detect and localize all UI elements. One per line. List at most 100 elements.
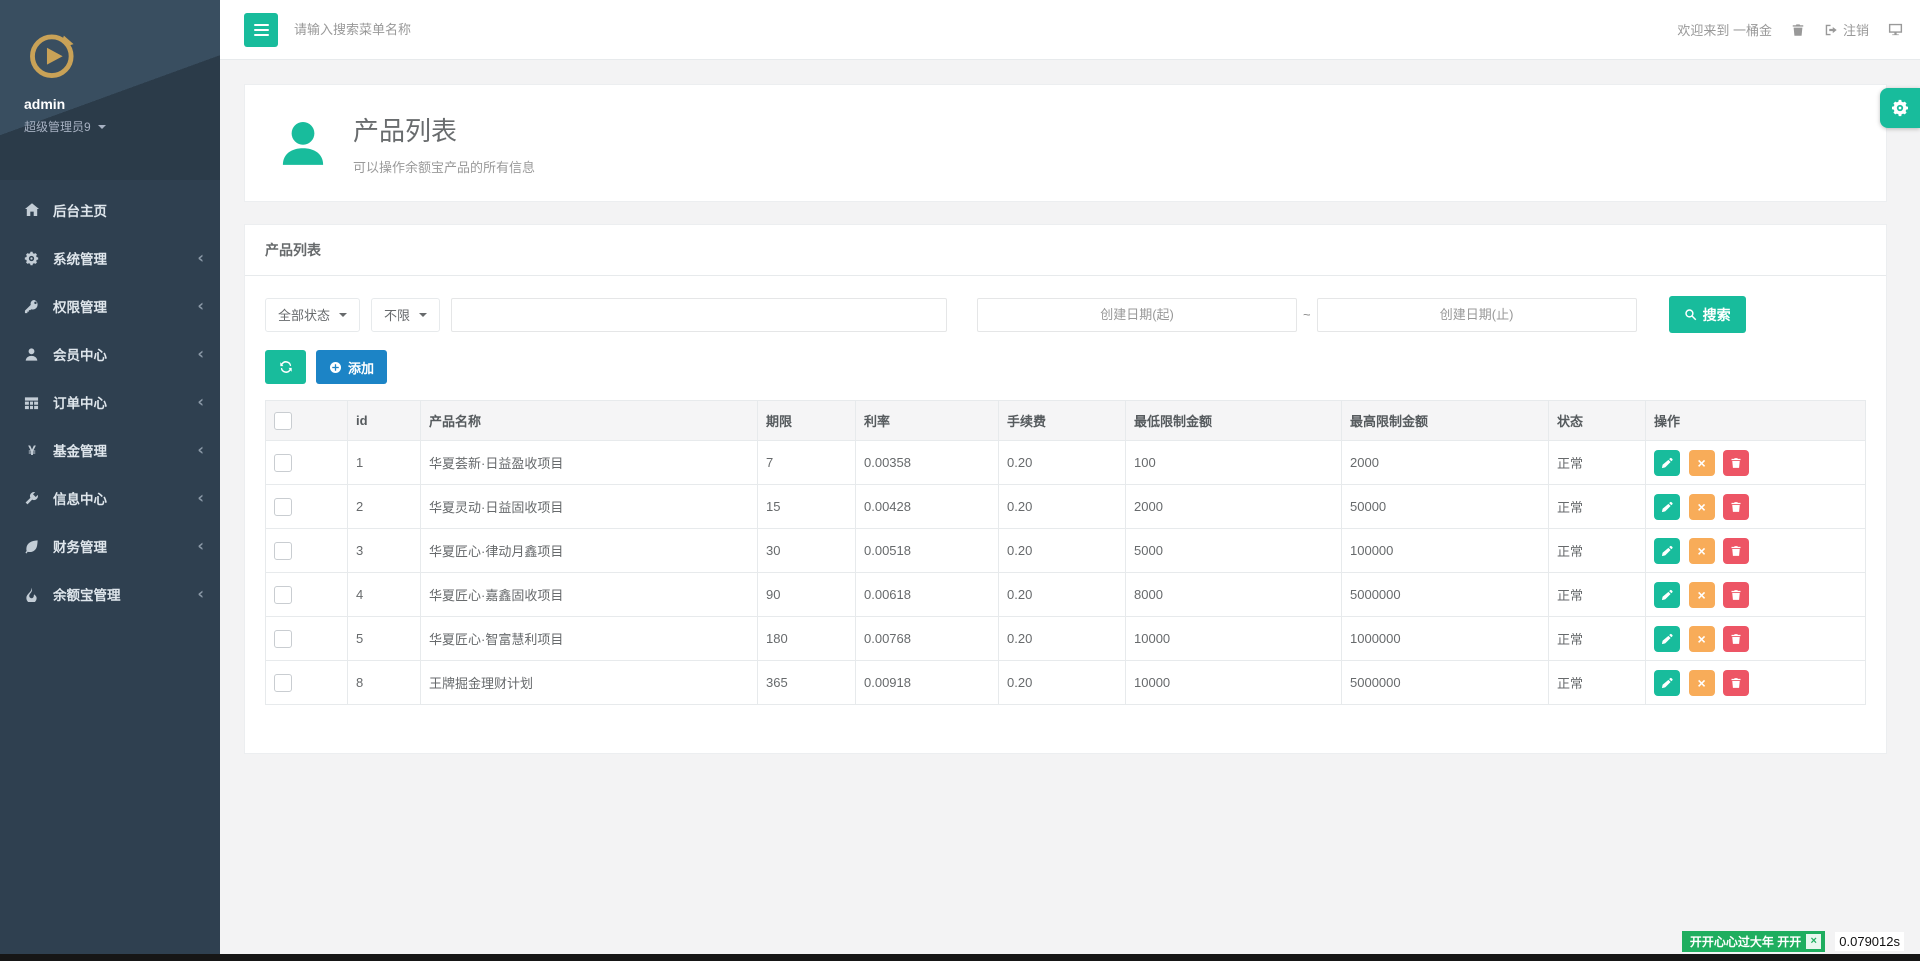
cell-product-name: 华夏匠心·智富慧利项目: [420, 616, 758, 661]
chevron-left-icon: ‹: [197, 440, 204, 459]
cell-actions: ×: [1645, 484, 1866, 529]
range-dropdown-label: 不限: [384, 308, 411, 323]
cell-min-amount: 8000: [1125, 572, 1342, 617]
cell-actions: ×: [1645, 572, 1866, 617]
sidebar-item-fund[interactable]: ¥ 基金管理 ‹: [0, 426, 220, 474]
delete-button[interactable]: [1723, 581, 1750, 608]
edit-button[interactable]: [1654, 537, 1680, 564]
table-row: 2 华夏灵动·日益固收项目 15 0.00428 0.20 2000 50000…: [265, 484, 1866, 529]
sidebar-item-finance[interactable]: 财务管理 ‹: [0, 522, 220, 570]
header-checkbox[interactable]: [274, 411, 292, 430]
chevron-left-icon: ‹: [197, 392, 204, 411]
logout-icon: [1825, 24, 1837, 35]
disable-button[interactable]: ×: [1688, 537, 1715, 564]
trash-icon: [1731, 633, 1741, 644]
date-start-input[interactable]: [977, 297, 1298, 332]
logout-button[interactable]: 注销: [1824, 20, 1869, 39]
cell-rate: 0.00518: [855, 528, 999, 573]
cell-id: 5: [347, 616, 421, 661]
edit-button[interactable]: [1654, 625, 1680, 652]
chevron-left-icon: ‹: [197, 248, 204, 267]
cell-fee: 0.20: [998, 484, 1126, 529]
edit-button[interactable]: [1654, 449, 1680, 476]
edit-button[interactable]: [1654, 581, 1680, 608]
delete-button[interactable]: [1723, 625, 1750, 652]
user-icon: [24, 347, 40, 362]
welcome-text: 欢迎来到 一桶金: [1677, 23, 1772, 38]
row-checkbox[interactable]: [274, 585, 292, 604]
delete-button[interactable]: [1723, 493, 1750, 520]
refresh-button[interactable]: [265, 350, 306, 384]
sidebar-item-order[interactable]: 订单中心 ‹: [0, 378, 220, 426]
table-icon: [24, 395, 40, 410]
sidebar-item-label: 余额宝管理: [53, 588, 121, 603]
page-header-card: 产品列表 可以操作余额宝产品的所有信息: [244, 84, 1887, 202]
promo-close-button[interactable]: ×: [1806, 934, 1822, 949]
cell-status: 正常: [1548, 528, 1646, 573]
row-checkbox[interactable]: [274, 497, 292, 516]
cell-rate: 0.00618: [855, 572, 999, 617]
plus-icon: [329, 361, 342, 373]
role-dropdown[interactable]: 超级管理员9: [24, 118, 220, 135]
chevron-left-icon: ‹: [197, 536, 204, 555]
disable-button[interactable]: ×: [1688, 581, 1715, 608]
sidebar-item-home[interactable]: 后台主页: [0, 186, 220, 234]
sidebar-item-yuebao[interactable]: 余额宝管理 ‹: [0, 570, 220, 618]
add-button[interactable]: 添加: [316, 350, 388, 384]
trash-button[interactable]: [1791, 23, 1805, 37]
cell-select: [265, 660, 348, 705]
row-checkbox[interactable]: [274, 629, 292, 648]
delete-button[interactable]: [1723, 537, 1750, 564]
edit-button[interactable]: [1654, 493, 1680, 520]
col-fee: 手续费: [998, 400, 1126, 441]
col-term: 期限: [757, 400, 856, 441]
row-checkbox[interactable]: [274, 541, 292, 560]
sidebar-item-info[interactable]: 信息中心 ‹: [0, 474, 220, 522]
delete-button[interactable]: [1723, 449, 1750, 476]
key-icon: [24, 299, 40, 314]
row-checkbox[interactable]: [274, 453, 292, 472]
range-dropdown[interactable]: 不限: [371, 297, 441, 332]
hamburger-button[interactable]: [244, 12, 278, 47]
cell-select: [265, 440, 348, 485]
menu-search-input[interactable]: [294, 22, 614, 37]
pencil-icon: [1662, 545, 1673, 556]
page-subtitle: 可以操作余额宝产品的所有信息: [353, 159, 536, 175]
cell-id: 1: [347, 440, 421, 485]
sidebar-item-member[interactable]: 会员中心 ‹: [0, 330, 220, 378]
sidebar-item-permission[interactable]: 权限管理 ‹: [0, 282, 220, 330]
monitor-icon: [1888, 23, 1903, 36]
status-dropdown[interactable]: 全部状态: [265, 297, 361, 332]
date-end-input[interactable]: [1316, 297, 1637, 332]
search-button[interactable]: 搜索: [1668, 296, 1746, 333]
cell-select: [265, 528, 348, 573]
sidebar-item-label: 基金管理: [53, 444, 107, 459]
settings-fab[interactable]: [1880, 88, 1920, 128]
cell-max-amount: 2000: [1341, 440, 1549, 485]
cell-status: 正常: [1548, 616, 1646, 661]
keyword-input[interactable]: [451, 297, 948, 332]
col-max-amount: 最高限制金额: [1341, 400, 1549, 441]
disable-button[interactable]: ×: [1688, 449, 1715, 476]
cell-min-amount: 10000: [1125, 660, 1342, 705]
cell-min-amount: 10000: [1125, 616, 1342, 661]
cell-status: 正常: [1548, 660, 1646, 705]
disable-button[interactable]: ×: [1688, 669, 1715, 696]
panel-title: 产品列表: [245, 225, 1886, 276]
cell-fee: 0.20: [998, 616, 1126, 661]
col-min-amount: 最低限制金额: [1125, 400, 1342, 441]
delete-button[interactable]: [1723, 669, 1750, 696]
pencil-icon: [1662, 633, 1673, 644]
edit-button[interactable]: [1654, 669, 1680, 696]
row-checkbox[interactable]: [274, 673, 292, 692]
display-button[interactable]: [1888, 22, 1903, 37]
disable-button[interactable]: ×: [1688, 493, 1715, 520]
cell-min-amount: 100: [1125, 440, 1342, 485]
gold-emblem-icon: [30, 34, 74, 78]
main-content: 产品列表 可以操作余额宝产品的所有信息 产品列表 全部状态 不限 ~: [220, 60, 1920, 961]
pencil-icon: [1662, 501, 1673, 512]
sidebar-item-system[interactable]: 系统管理 ‹: [0, 234, 220, 282]
disable-button[interactable]: ×: [1688, 625, 1715, 652]
person-icon: [282, 122, 324, 165]
role-label: 超级管理员9: [24, 120, 91, 134]
